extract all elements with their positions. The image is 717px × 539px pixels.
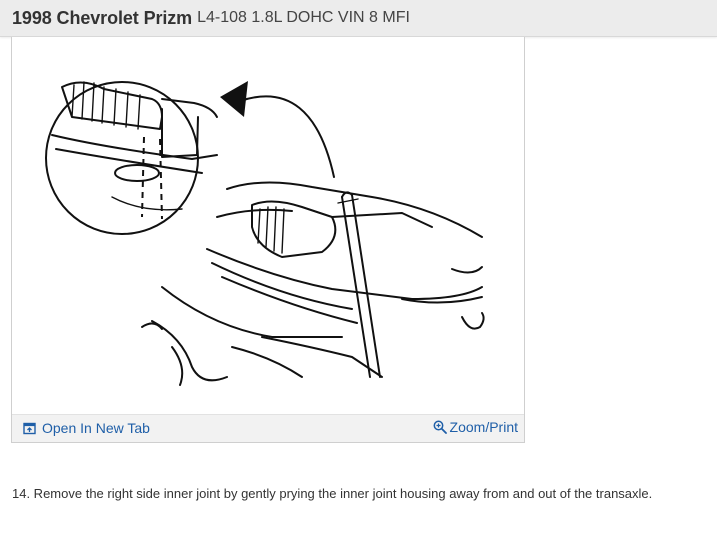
direction-arrow [220,81,335,178]
magnifier-plus-icon [433,420,447,434]
transaxle-view [141,181,485,386]
figure-panel: Open In New Tab Zoom/Print [11,37,525,443]
inner-joint-removal-diagram [45,81,485,386]
figure-footer: Open In New Tab Zoom/Print [12,414,524,442]
zoom-print-label: Zoom/Print [449,419,518,435]
vehicle-title: 1998 Chevrolet Prizm [12,7,193,28]
page-header: 1998 Chevrolet Prizm L4-108 1.8L DOHC VI… [0,0,717,37]
open-in-new-tab-label: Open In New Tab [42,420,150,436]
zoom-print-link[interactable]: Zoom/Print [433,419,518,435]
open-in-new-tab-link[interactable]: Open In New Tab [23,420,150,436]
open-in-new-tab-icon [23,422,36,434]
detail-inset [45,81,218,235]
engine-subtitle: L4-108 1.8L DOHC VIN 8 MFI [197,9,410,26]
procedure-step-text: 14. Remove the right side inner joint by… [12,486,653,501]
